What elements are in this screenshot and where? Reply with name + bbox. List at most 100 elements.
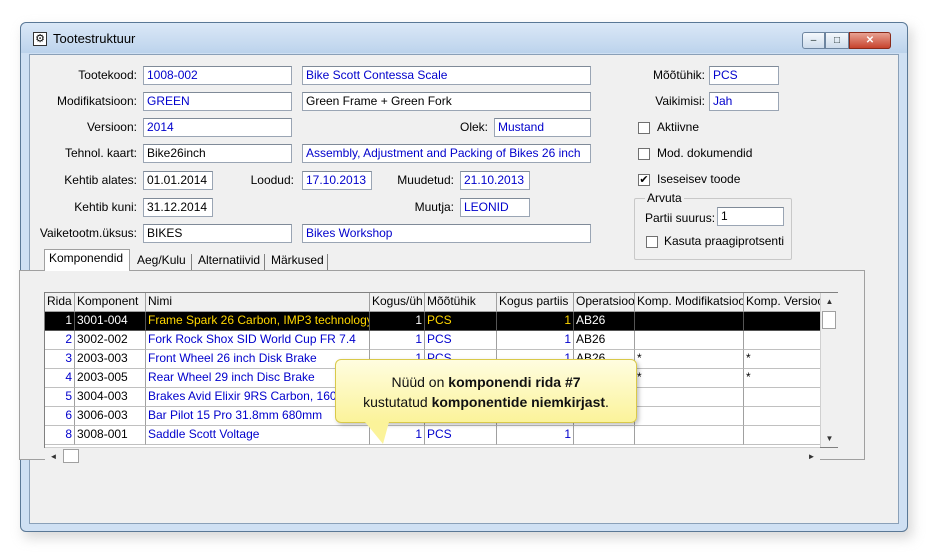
kehtib-alates-field[interactable]: 01.01.2014: [143, 171, 213, 190]
tab-separator: [264, 254, 265, 270]
muudetud-field[interactable]: 21.10.2013: [460, 171, 530, 190]
vaiketootm-desc-field[interactable]: Bikes Workshop: [302, 224, 591, 243]
cell-komp-modifikatsioon: [635, 388, 744, 407]
title-bar[interactable]: ⚙ Tootestruktuur – □ ✕: [21, 23, 907, 53]
column-header-mootuhik[interactable]: Mõõtühik: [425, 293, 497, 312]
modifikatsioon-label: Modifikatsioon:: [56, 94, 137, 108]
partii-suurus-label: Partii suurus:: [645, 211, 716, 225]
mootuhik-field[interactable]: PCS: [709, 66, 779, 85]
horizontal-scrollbar[interactable]: ◄ ►: [45, 447, 820, 465]
cell-komponent: 2003-003: [75, 350, 146, 369]
cell-mootuhik: PCS: [425, 331, 497, 350]
vaikimisi-field[interactable]: Jah: [709, 92, 779, 111]
column-header-komponent[interactable]: Komponent: [75, 293, 146, 312]
cell-komponent: 3008-001: [75, 426, 146, 445]
cell-operatsioon: [574, 426, 635, 445]
tootekood-label: Tootekood:: [78, 68, 137, 82]
cell-rida: 6: [45, 407, 75, 426]
scroll-up-icon[interactable]: ▲: [821, 293, 838, 310]
callout-bold: komponendi rida #7: [448, 374, 581, 390]
vertical-scroll-thumb[interactable]: [822, 311, 836, 329]
column-header-komp-versioon[interactable]: Komp. Versioo: [744, 293, 824, 312]
iseseisev-checkbox[interactable]: ✔: [638, 174, 650, 186]
cell-rida: 2: [45, 331, 75, 350]
column-header-operatsioon[interactable]: Operatsioo: [574, 293, 635, 312]
versioon-field[interactable]: 2014: [143, 118, 292, 137]
vaiketootm-field[interactable]: BIKES: [143, 224, 292, 243]
mod-dokumendid-label: Mod. dokumendid: [657, 146, 753, 160]
cell-rida: 3: [45, 350, 75, 369]
kasuta-praagiprotsenti-checkbox[interactable]: [646, 236, 658, 248]
callout-bubble: Nüüd on komponendi rida #7 kustutatud ko…: [335, 359, 637, 423]
scroll-right-icon[interactable]: ►: [803, 448, 820, 465]
tehnol-kaart-field[interactable]: Bike26inch: [143, 144, 292, 163]
kehtib-kuni-label: Kehtib kuni:: [74, 200, 137, 214]
cell-komponent: 3002-002: [75, 331, 146, 350]
table-row[interactable]: 1 3001-004 Frame Spark 26 Carbon, IMP3 tec…: [45, 312, 824, 331]
mod-dokumendid-checkbox[interactable]: [638, 148, 650, 160]
column-header-nimi[interactable]: Nimi: [146, 293, 370, 312]
loodud-field[interactable]: 17.10.2013: [302, 171, 372, 190]
cell-komp-versioon: *: [744, 350, 824, 369]
cell-kogus: 1: [370, 312, 425, 331]
kehtib-kuni-field[interactable]: 31.12.2014: [143, 198, 213, 217]
modifikatsioon-desc-field[interactable]: Green Frame + Green Fork: [302, 92, 591, 111]
cell-komp-modifikatsioon: [635, 331, 744, 350]
scroll-down-icon[interactable]: ▼: [821, 430, 838, 447]
kehtib-alates-label: Kehtib alates:: [64, 173, 137, 187]
partii-suurus-field[interactable]: 1: [717, 207, 784, 226]
tab-komponendid[interactable]: Komponendid: [44, 249, 130, 271]
arvuta-title: Arvuta: [645, 191, 684, 205]
cell-kogus-partiis: 1: [497, 426, 574, 445]
callout-line-1: Nüüd on komponendi rida #7: [336, 372, 636, 392]
table-row[interactable]: 8 3008-001 Saddle Scott Voltage 1 PCS 1: [45, 426, 824, 445]
column-header-kogus-partiis[interactable]: Kogus partiis: [497, 293, 574, 312]
maximize-button[interactable]: □: [825, 32, 849, 49]
column-header-kogus[interactable]: Kogus/üh: [370, 293, 425, 312]
callout-tail: [365, 422, 389, 444]
cell-komp-modifikatsioon: [635, 407, 744, 426]
tehnol-kaart-desc-field[interactable]: Assembly, Adjustment and Packing of Bike…: [302, 144, 591, 163]
cell-komp-versioon: [744, 312, 824, 331]
olek-field[interactable]: Mustand: [494, 118, 591, 137]
aktiivne-checkbox[interactable]: [638, 122, 650, 134]
table-row[interactable]: 2 3002-002 Fork Rock Shox SID World Cup FR…: [45, 331, 824, 350]
vaiketootm-label: Vaiketootm.üksus:: [39, 226, 137, 240]
aktiivne-label: Aktiivne: [657, 120, 700, 134]
close-button[interactable]: ✕: [849, 32, 891, 49]
tab-aeg-kulu[interactable]: Aeg/Kulu: [133, 252, 190, 271]
tab-alternatiivid[interactable]: Alternatiivid: [194, 252, 264, 271]
tab-separator: [191, 254, 192, 270]
app-icon: ⚙: [33, 32, 47, 46]
cell-komp-versioon: [744, 426, 824, 445]
olek-label: Olek:: [459, 120, 488, 134]
tab-markused[interactable]: Märkused: [267, 252, 328, 271]
cell-komp-versioon: [744, 407, 824, 426]
cell-rida: 5: [45, 388, 75, 407]
muutja-field[interactable]: LEONID: [460, 198, 530, 217]
modifikatsioon-field[interactable]: GREEN: [143, 92, 292, 111]
tootekood-field[interactable]: 1008-002: [143, 66, 292, 85]
cell-komponent: 3001-004: [75, 312, 146, 331]
cell-rida: 1: [45, 312, 75, 331]
callout-text: Nüüd on: [391, 374, 449, 390]
vertical-scrollbar[interactable]: ▲ ▼: [820, 293, 838, 447]
column-header-rida[interactable]: Rida: [45, 293, 75, 312]
versioon-label: Versioon:: [86, 120, 137, 134]
cell-kogus-partiis: 1: [497, 331, 574, 350]
cell-mootuhik: PCS: [425, 426, 497, 445]
cell-kogus-partiis: 1: [497, 312, 574, 331]
cell-komp-modifikatsioon: *: [635, 369, 744, 388]
cell-kogus: 1: [370, 331, 425, 350]
cell-komp-modifikatsioon: *: [635, 350, 744, 369]
tehnol-kaart-label: Tehnol. kaart:: [64, 146, 137, 160]
cell-operatsioon: AB26: [574, 312, 635, 331]
cell-komp-modifikatsioon: [635, 426, 744, 445]
column-header-komp-modifikatsioon[interactable]: Komp. Modifikatsioo: [635, 293, 744, 312]
scroll-left-icon[interactable]: ◄: [45, 448, 62, 465]
loodud-label: Loodud:: [250, 173, 294, 187]
cell-komp-modifikatsioon: [635, 312, 744, 331]
minimize-button[interactable]: –: [802, 32, 825, 49]
horizontal-scroll-thumb[interactable]: [63, 449, 79, 463]
tootekood-desc-field[interactable]: Bike Scott Contessa Scale: [302, 66, 591, 85]
